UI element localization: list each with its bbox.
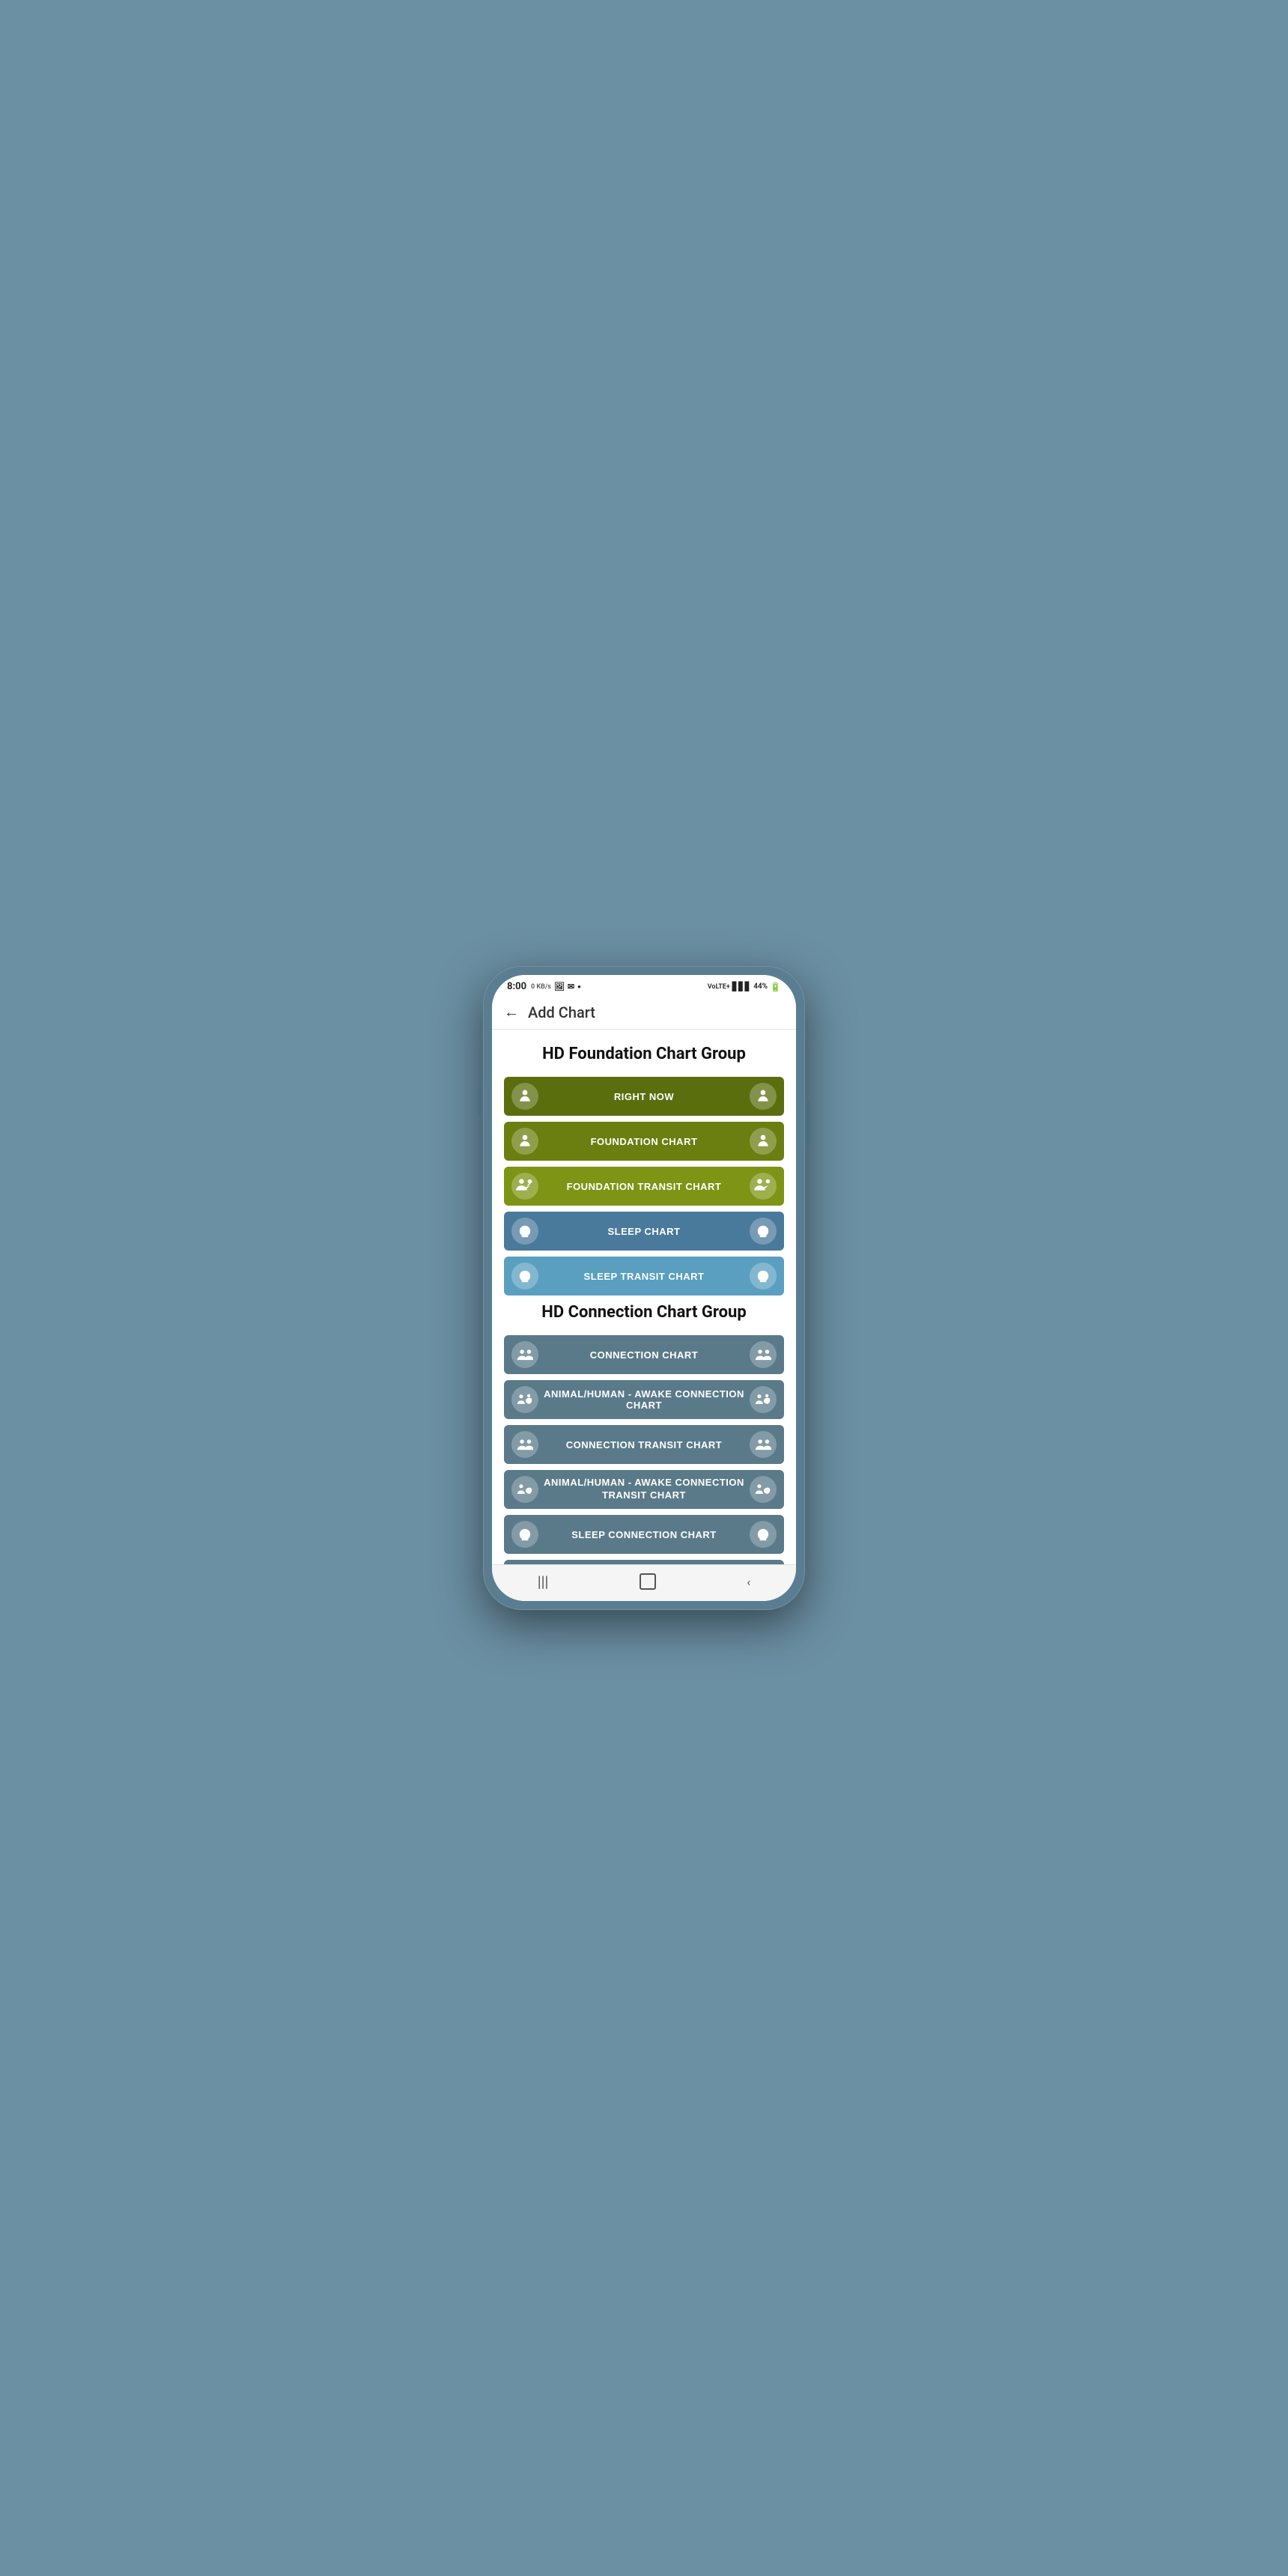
sleep-transit-icon-left	[511, 1263, 538, 1289]
battery-label: 44%	[753, 982, 768, 991]
animal-awake-transit-icon-right	[750, 1476, 777, 1503]
foundation-chart-icon-right	[750, 1128, 777, 1155]
animal-awake-connection-transit-button[interactable]: ANIMAL/HUMAN - AWAKE CONNECTION TRANSIT …	[504, 1470, 784, 1509]
foundation-chart-button[interactable]: FOUNDATION CHART	[504, 1122, 784, 1161]
connection-chart-icon-right	[750, 1341, 777, 1368]
sleep-connection-chart-label: SLEEP CONNECTION CHART	[538, 1529, 750, 1540]
nav-home[interactable]	[640, 1573, 656, 1590]
foundation-transit-chart-label: FOUNDATION TRANSIT CHART	[538, 1181, 750, 1192]
sleep-chart-button[interactable]: SLEEP CHART	[504, 1212, 784, 1251]
sleep-transit-chart-label: SLEEP TRANSIT CHART	[538, 1271, 750, 1282]
signal-bars: ▋▋▋	[732, 982, 751, 991]
connection-transit-icon-left	[511, 1431, 538, 1458]
sleep-connection-chart-button[interactable]: SLEEP CONNECTION CHART	[504, 1515, 784, 1554]
right-now-label: RIGHT NOW	[538, 1091, 750, 1102]
animal-awake-connection-icon-left	[511, 1386, 538, 1413]
animal-sleep-connection-button[interactable]: ANIMAL/HUMAN - SLEEP CONNECTION CHART	[504, 1560, 784, 1564]
animal-awake-transit-icon-left	[511, 1476, 538, 1503]
animal-awake-connection-icon-right	[750, 1386, 777, 1413]
connection-transit-chart-label: CONNECTION TRANSIT CHART	[538, 1439, 750, 1450]
media-icon: 🖼	[554, 982, 565, 991]
connection-chart-label: CONNECTION CHART	[538, 1349, 750, 1361]
status-time: 8:00	[507, 981, 526, 992]
animal-awake-connection-transit-label: ANIMAL/HUMAN - AWAKE CONNECTION TRANSIT …	[538, 1477, 750, 1502]
connection-group-heading: HD Connection Chart Group	[504, 1303, 784, 1322]
sleep-connection-icon-right	[750, 1521, 777, 1548]
page-title: Add Chart	[528, 1003, 595, 1021]
dot-icon: ●	[577, 983, 581, 990]
status-bar: 8:00 0 KB/s 🖼 ✉ ● VoLTE+ ▋▋▋ 44% 🔋	[492, 975, 796, 995]
right-now-icon-right	[750, 1083, 777, 1110]
foundation-transit-icon-left	[511, 1173, 538, 1200]
connection-chart-icon-left	[511, 1341, 538, 1368]
message-icon: ✉	[568, 982, 574, 991]
right-now-button[interactable]: RIGHT NOW	[504, 1077, 784, 1116]
back-button[interactable]: ←	[504, 1003, 519, 1021]
connection-transit-chart-button[interactable]: CONNECTION TRANSIT CHART	[504, 1425, 784, 1464]
content-area: HD Foundation Chart Group RIGHT NOW	[492, 1030, 796, 1564]
animal-awake-connection-label: ANIMAL/HUMAN - AWAKE CONNECTION CHART	[538, 1388, 750, 1411]
animal-awake-connection-button[interactable]: ANIMAL/HUMAN - AWAKE CONNECTION CHART	[504, 1380, 784, 1419]
sleep-transit-chart-button[interactable]: SLEEP TRANSIT CHART	[504, 1257, 784, 1295]
sleep-chart-label: SLEEP CHART	[538, 1226, 750, 1237]
foundation-chart-label: FOUNDATION CHART	[538, 1136, 750, 1147]
foundation-group-heading: HD Foundation Chart Group	[504, 1045, 784, 1063]
network-label: VoLTE+	[708, 983, 730, 991]
battery-icon: 🔋	[770, 982, 781, 992]
right-now-icon-left	[511, 1083, 538, 1110]
status-left: 8:00 0 KB/s 🖼 ✉ ●	[507, 981, 581, 992]
connection-transit-icon-right	[750, 1431, 777, 1458]
foundation-chart-icon-left	[511, 1128, 538, 1155]
foundation-transit-icon-right	[750, 1173, 777, 1200]
connection-chart-button[interactable]: CONNECTION CHART	[504, 1335, 784, 1374]
sleep-connection-icon-left	[511, 1521, 538, 1548]
sleep-chart-icon-right	[750, 1218, 777, 1245]
foundation-transit-chart-button[interactable]: FOUNDATION TRANSIT CHART	[504, 1167, 784, 1206]
nav-back[interactable]: ‹	[747, 1575, 750, 1589]
status-right: VoLTE+ ▋▋▋ 44% 🔋	[708, 982, 781, 992]
sleep-transit-icon-right	[750, 1263, 777, 1289]
sleep-chart-icon-left	[511, 1218, 538, 1245]
app-header: ← Add Chart	[492, 995, 796, 1030]
bottom-nav: ||| ‹	[492, 1564, 796, 1601]
phone-frame: 8:00 0 KB/s 🖼 ✉ ● VoLTE+ ▋▋▋ 44% 🔋 ← Add…	[483, 966, 805, 1610]
phone-screen: 8:00 0 KB/s 🖼 ✉ ● VoLTE+ ▋▋▋ 44% 🔋 ← Add…	[492, 975, 796, 1601]
nav-recent-apps[interactable]: |||	[538, 1573, 549, 1591]
status-data-speed: 0 KB/s	[531, 983, 551, 991]
